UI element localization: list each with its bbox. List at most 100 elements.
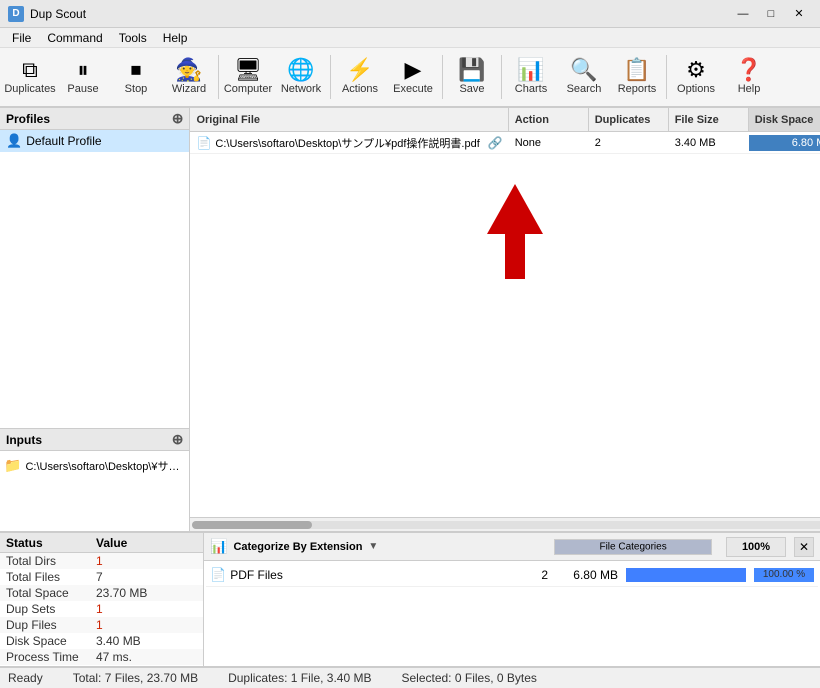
profile-icon: 👤: [6, 133, 22, 149]
chart-row-size: 6.80 MB: [556, 568, 626, 582]
cell-original: 📄 C:\Users\softaro\Desktop\サンプル¥pdf操作説明書…: [190, 133, 508, 153]
stats-row-dupsets: Dup Sets 1: [0, 601, 203, 617]
wizard-button[interactable]: 🧙 Wizard: [163, 50, 215, 104]
cell-diskspace: 6.80 MB: [749, 135, 820, 151]
title-bar: D Dup Scout — □ ✕: [0, 0, 820, 28]
toolbar-separator-2: [330, 55, 331, 99]
cell-filesize: 3.40 MB: [669, 135, 749, 151]
percent-display[interactable]: 100%: [726, 537, 786, 557]
stat-label-processtime: Process Time: [6, 650, 96, 664]
stats-row-totalspace: Total Space 23.70 MB: [0, 585, 203, 601]
menu-command[interactable]: Command: [39, 29, 110, 47]
chart-row-bar: [626, 568, 746, 582]
title-bar-controls: — □ ✕: [730, 4, 812, 24]
maximize-button[interactable]: □: [758, 4, 784, 24]
reports-button[interactable]: 📋 Reports: [611, 50, 663, 104]
save-icon: 💾: [458, 59, 485, 81]
chart-toolbar-icon: 📊: [210, 538, 227, 555]
computer-icon: 🖥: [234, 59, 262, 81]
menu-file[interactable]: File: [4, 29, 39, 47]
toolbar-separator-4: [501, 55, 502, 99]
scrollbar-thumb[interactable]: [192, 521, 312, 529]
stats-row-diskspace: Disk Space 3.40 MB: [0, 633, 203, 649]
stat-value-dupsets: 1: [96, 602, 197, 616]
status-ready: Ready: [8, 671, 43, 685]
chart-area: 📄 PDF Files 2 6.80 MB 100.00 %: [204, 561, 820, 666]
profile-default[interactable]: 👤 Default Profile: [0, 130, 189, 152]
minimize-button[interactable]: —: [730, 4, 756, 24]
arrow-indicator: [190, 184, 820, 279]
toolbar-separator-1: [218, 55, 219, 99]
stat-value-totalfiles: 7: [96, 570, 197, 584]
title-bar-text: Dup Scout: [30, 7, 730, 21]
chart-row-pdf: 📄 PDF Files 2 6.80 MB 100.00 %: [206, 563, 818, 587]
bottom-area: Status Value Total Dirs 1 Total Files 7 …: [0, 531, 820, 666]
stop-icon: ⏹: [130, 59, 141, 81]
status-bar: Ready Total: 7 Files, 23.70 MB Duplicate…: [0, 666, 820, 688]
chart-progress-bar: File Categories: [554, 539, 712, 555]
stat-label-dupsets: Dup Sets: [6, 602, 96, 616]
chart-close-button[interactable]: ✕: [794, 537, 814, 557]
help-button[interactable]: ❓ Help: [723, 50, 775, 104]
actions-button[interactable]: ⚡ Actions: [334, 50, 386, 104]
stat-label-diskspace: Disk Space: [6, 634, 96, 648]
duplicates-button[interactable]: ⧉ Duplicates: [4, 50, 56, 104]
chart-dropdown[interactable]: ▼: [368, 541, 378, 552]
stats-row-processtime: Process Time 47 ms.: [0, 649, 203, 665]
close-button[interactable]: ✕: [786, 4, 812, 24]
pause-button[interactable]: ⏸ Pause: [57, 50, 109, 104]
execute-button[interactable]: ▶ Execute: [387, 50, 439, 104]
col-header-duplicates: Duplicates: [589, 108, 669, 131]
toolbar-separator-3: [442, 55, 443, 99]
charts-button[interactable]: 📊 Charts: [505, 50, 557, 104]
stat-label-totaldirs: Total Dirs: [6, 554, 96, 568]
network-button[interactable]: 🌐 Network: [275, 50, 327, 104]
app-icon: D: [8, 6, 24, 22]
col-header-diskspace: Disk Space: [749, 108, 820, 131]
network-icon: 🌐: [287, 59, 314, 81]
inputs-section: Inputs ⊕ 📁 C:\Users\softaro\Desktop\¥サンプ…: [0, 428, 189, 531]
computer-button[interactable]: 🖥 Computer: [222, 50, 274, 104]
menu-tools[interactable]: Tools: [111, 29, 155, 47]
profiles-add-icon[interactable]: ⊕: [172, 110, 184, 127]
stats-row-totaldirs: Total Dirs 1: [0, 553, 203, 569]
stat-value-processtime: 47 ms.: [96, 650, 197, 664]
profiles-header: Profiles ⊕: [0, 108, 189, 130]
reports-icon: 📋: [623, 59, 650, 81]
chart-pdf-icon: 📄: [210, 567, 226, 583]
results-header: Original File Action Duplicates File Siz…: [190, 108, 820, 132]
chart-row-label: PDF Files: [230, 568, 516, 582]
stop-button[interactable]: ⏹ Stop: [110, 50, 162, 104]
col-header-action: Action: [509, 108, 589, 131]
search-icon: 🔍: [570, 59, 597, 81]
pct-text: 100.00 %: [754, 568, 814, 582]
status-duplicates: Duplicates: 1 File, 3.40 MB: [228, 671, 371, 685]
save-button[interactable]: 💾 Save: [446, 50, 498, 104]
input-item: 📁 C:\Users\softaro\Desktop\¥サンプル¥pdf: [4, 455, 185, 476]
scrollbar-track: [192, 521, 820, 529]
help-icon: ❓: [735, 59, 762, 81]
stats-row-performance: Performance 149 Files/Sec: [0, 665, 203, 666]
pause-icon: ⏸: [77, 59, 88, 81]
inputs-header: Inputs ⊕: [0, 429, 189, 451]
chart-progress-label: File Categories: [599, 541, 666, 552]
table-row[interactable]: 📄 C:\Users\softaro\Desktop\サンプル¥pdf操作説明書…: [190, 132, 820, 154]
duplicates-icon: ⧉: [22, 59, 38, 81]
menu-bar: File Command Tools Help: [0, 28, 820, 48]
stat-value-totalspace: 23.70 MB: [96, 586, 197, 600]
search-button[interactable]: 🔍 Search: [558, 50, 610, 104]
charts-icon: 📊: [517, 59, 544, 81]
stats-header: Status Value: [0, 533, 203, 553]
chart-title: Categorize By Extension: [233, 541, 362, 553]
options-button[interactable]: ⚙ Options: [670, 50, 722, 104]
profiles-list: 👤 Default Profile: [0, 130, 189, 428]
right-panel: Original File Action Duplicates File Siz…: [190, 108, 820, 531]
options-icon: ⚙: [686, 59, 706, 81]
col-header-filesize: File Size: [669, 108, 749, 131]
main-content: Profiles ⊕ 👤 Default Profile Inputs ⊕ 📁 …: [0, 108, 820, 531]
pct-bar: 100.00 %: [754, 568, 814, 582]
menu-help[interactable]: Help: [155, 29, 196, 47]
stat-value-dupfiles: 1: [96, 618, 197, 632]
inputs-add-icon[interactable]: ⊕: [172, 431, 184, 448]
scrollbar[interactable]: [190, 517, 820, 531]
